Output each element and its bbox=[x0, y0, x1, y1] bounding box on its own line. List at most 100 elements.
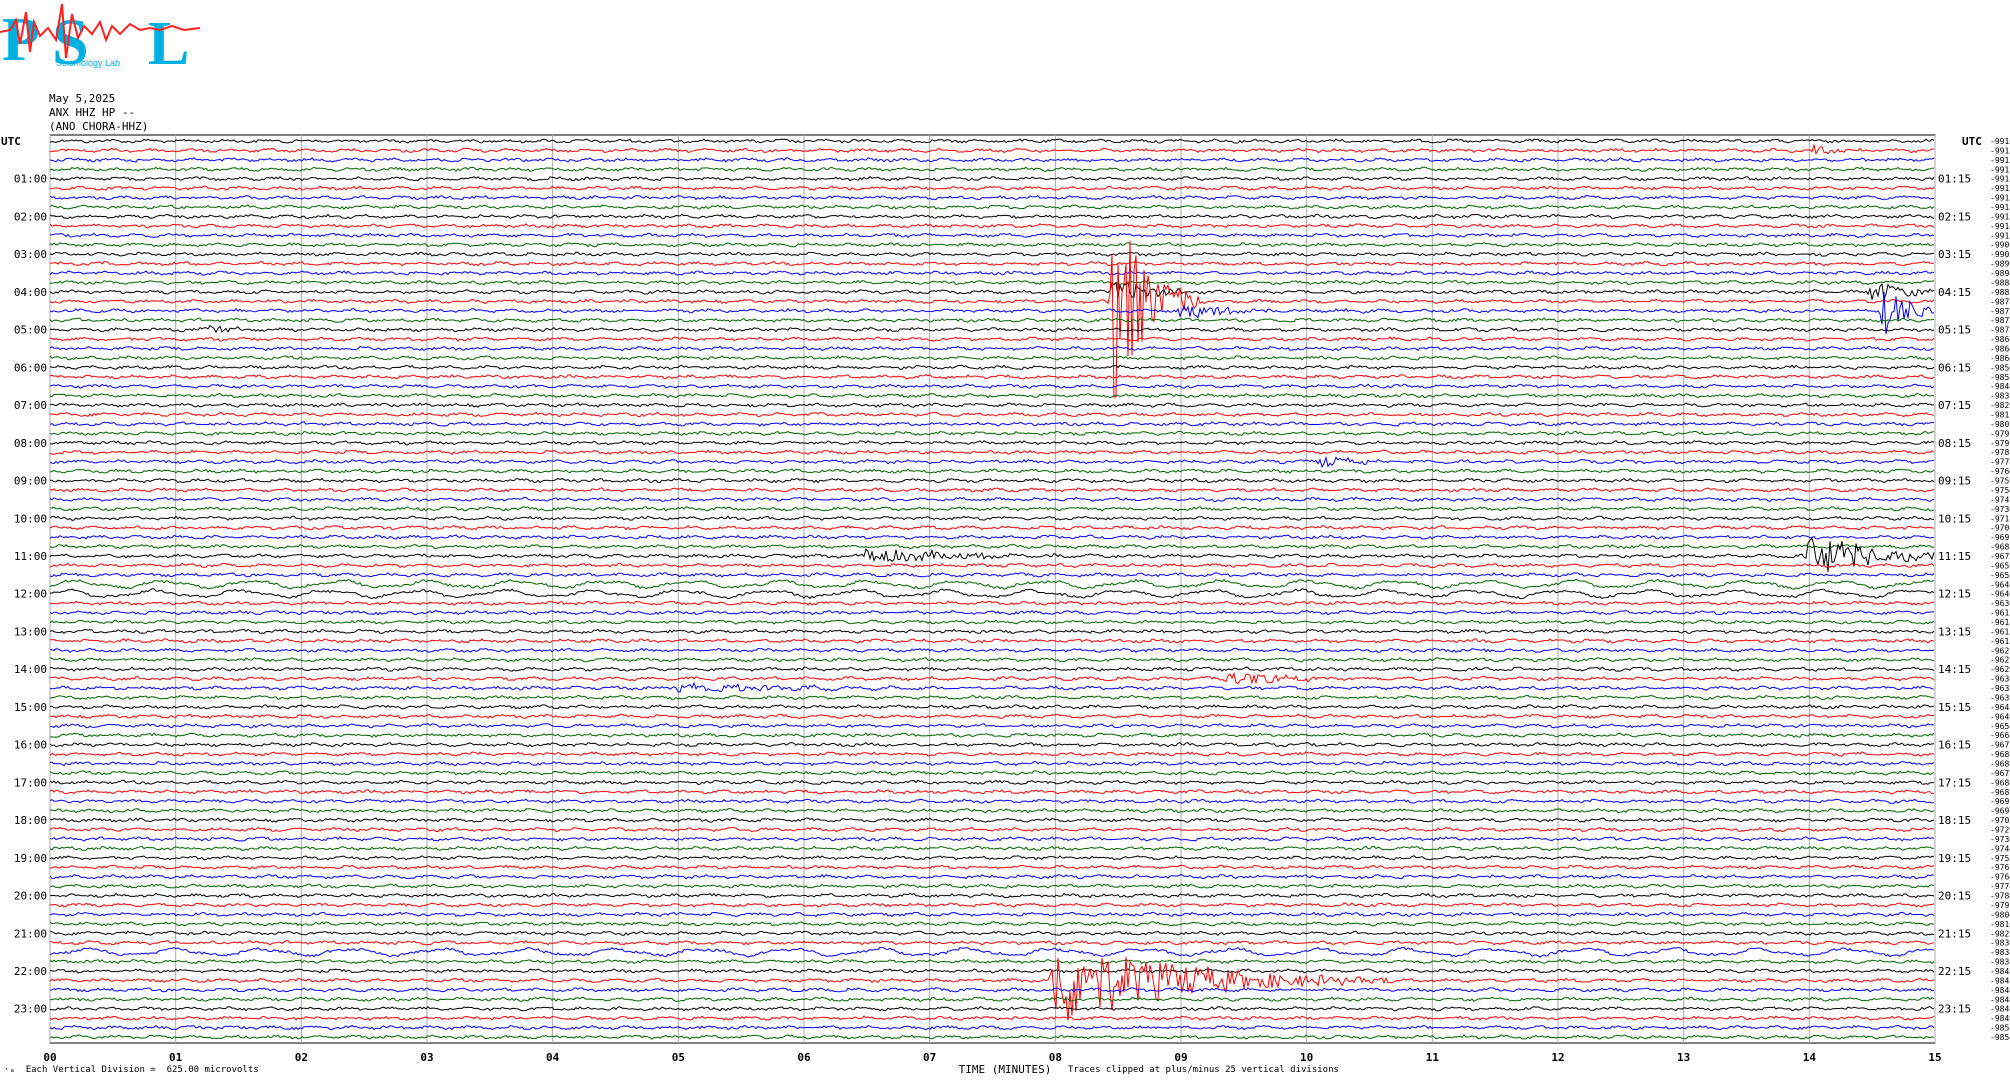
x-tick-label: 04 bbox=[546, 1051, 560, 1064]
left-hour-label: 20:00 bbox=[14, 890, 47, 903]
seismic-trace bbox=[49, 506, 1935, 512]
right-hour-label: 06:15 bbox=[1938, 361, 1971, 374]
seismic-trace bbox=[49, 449, 1935, 455]
seismic-trace bbox=[49, 694, 1935, 701]
trace-offset-label: -9852 bbox=[1990, 373, 2010, 382]
left-hour-label: 06:00 bbox=[14, 361, 47, 374]
trace-offset-label: -9618 bbox=[1990, 637, 2010, 646]
left-hour-label: 15:00 bbox=[14, 701, 47, 714]
left-hour-label: 13:00 bbox=[14, 625, 47, 638]
trace-offset-label: -9630 bbox=[1990, 599, 2010, 608]
seismic-trace bbox=[49, 770, 1935, 776]
trace-offset-label: -9846 bbox=[1990, 986, 2010, 995]
trace-offset-label: -9720 bbox=[1990, 826, 2010, 835]
trace-offset-label: -9695 bbox=[1990, 797, 2010, 806]
seismic-trace bbox=[49, 223, 1935, 229]
x-tick-label: 07 bbox=[923, 1051, 936, 1064]
trace-offset-label: -9843 bbox=[1990, 976, 2010, 985]
right-hour-label: 13:15 bbox=[1938, 625, 1971, 638]
seismic-trace bbox=[49, 138, 1935, 144]
seismic-trace bbox=[49, 751, 1935, 757]
x-tick-label: 10 bbox=[1300, 1051, 1313, 1064]
seismic-trace bbox=[50, 336, 1935, 342]
trace-offset-label: -9684 bbox=[1990, 778, 2010, 787]
seismic-trace bbox=[49, 1034, 1935, 1040]
trace-offset-label: -9815 bbox=[1990, 411, 2010, 420]
trace-offset-label: -9848 bbox=[1990, 995, 2010, 1004]
seismic-trace bbox=[49, 455, 1935, 469]
seismic-trace bbox=[49, 628, 1935, 635]
trace-offset-label: -9866 bbox=[1990, 335, 2010, 344]
x-tick-label: 12 bbox=[1551, 1051, 1564, 1064]
trace-offset-label: -9629 bbox=[1990, 665, 2010, 674]
seismic-trace bbox=[49, 883, 1935, 889]
trace-offset-label: -9649 bbox=[1990, 712, 2010, 721]
trace-offset-label: -9761 bbox=[1990, 863, 2010, 872]
seismic-trace bbox=[49, 440, 1935, 446]
trace-offset-label: -9912 bbox=[1990, 146, 2010, 155]
trace-offset-label: -9835 bbox=[1990, 958, 2010, 967]
seismic-trace bbox=[49, 260, 1935, 267]
x-tick-label: 05 bbox=[672, 1051, 685, 1064]
left-hour-label: 19:00 bbox=[14, 852, 47, 865]
left-hour-label: 03:00 bbox=[14, 248, 47, 261]
left-hour-label: 18:00 bbox=[14, 814, 47, 827]
trace-offset-label: -9918 bbox=[1990, 203, 2010, 212]
x-tick-label: 11 bbox=[1426, 1051, 1440, 1064]
seismic-trace bbox=[49, 572, 1935, 578]
seismic-trace bbox=[49, 1015, 1935, 1021]
right-hour-label: 10:15 bbox=[1938, 512, 1971, 525]
trace-offset-label: -9905 bbox=[1990, 250, 2010, 259]
seismic-trace bbox=[49, 873, 1935, 880]
trace-offset-label: -9615 bbox=[1990, 627, 2010, 636]
seismic-trace bbox=[49, 324, 1935, 334]
trace-offset-label: -9630 bbox=[1990, 675, 2010, 684]
seismic-trace bbox=[49, 578, 1935, 590]
trace-offset-label: -9894 bbox=[1990, 269, 2010, 278]
seismic-trace bbox=[49, 704, 1935, 710]
seismic-trace bbox=[50, 1005, 1935, 1012]
trace-offset-label: -9868 bbox=[1990, 344, 2010, 353]
right-hour-label: 09:15 bbox=[1938, 475, 1971, 488]
x-tick-label: 03 bbox=[420, 1051, 433, 1064]
trace-offset-label: -9736 bbox=[1990, 505, 2010, 514]
left-hour-label: 16:00 bbox=[14, 739, 47, 752]
footer-clip: Traces clipped at plus/minus 25 vertical… bbox=[1068, 1065, 1339, 1075]
trace-offset-label: -9659 bbox=[1990, 561, 2010, 570]
trace-offset-label: -9878 bbox=[1990, 297, 2010, 306]
right-hour-label: 01:15 bbox=[1938, 173, 1971, 186]
seismic-trace bbox=[49, 213, 1935, 220]
left-hour-label: 08:00 bbox=[14, 437, 47, 450]
right-hour-label: 05:15 bbox=[1938, 324, 1971, 337]
trace-offset-label: -9912 bbox=[1990, 231, 2010, 240]
seismic-trace bbox=[49, 176, 1935, 182]
right-hour-label: 22:15 bbox=[1938, 965, 1971, 978]
seismic-trace bbox=[49, 671, 1935, 685]
seismic-trace bbox=[49, 723, 1935, 729]
left-hour-label: 10:00 bbox=[14, 512, 47, 525]
seismic-trace bbox=[49, 194, 1935, 201]
x-tick-label: 13 bbox=[1677, 1051, 1690, 1064]
trace-offset-label: -9917 bbox=[1990, 184, 2010, 193]
right-hour-label: 21:15 bbox=[1938, 927, 1971, 940]
left-hour-label: 21:00 bbox=[14, 927, 47, 940]
seismic-trace bbox=[49, 232, 1935, 239]
seismic-trace bbox=[49, 543, 1935, 550]
trace-offset-label: -9873 bbox=[1990, 326, 2010, 335]
trace-offset-label: -9656 bbox=[1990, 722, 2010, 731]
trace-offset-label: -9678 bbox=[1990, 769, 2010, 778]
trace-offset-label: -9888 bbox=[1990, 278, 2010, 287]
trace-offset-label: -9742 bbox=[1990, 495, 2010, 504]
seismic-trace bbox=[50, 807, 1935, 814]
x-tick-label: 02 bbox=[295, 1051, 308, 1064]
seismic-trace bbox=[50, 477, 1935, 484]
seismic-trace bbox=[49, 534, 1935, 540]
plot-frame bbox=[49, 134, 1936, 1044]
trace-offset-label: -9673 bbox=[1990, 552, 2010, 561]
left-hour-label: 12:00 bbox=[14, 588, 47, 601]
right-hour-label: 15:15 bbox=[1938, 701, 1971, 714]
trace-offset-label: -9807 bbox=[1990, 420, 2010, 429]
trace-offset-label: -9680 bbox=[1990, 750, 2010, 759]
seismic-trace bbox=[49, 638, 1935, 644]
trace-offset-label: -9834 bbox=[1990, 948, 2010, 957]
